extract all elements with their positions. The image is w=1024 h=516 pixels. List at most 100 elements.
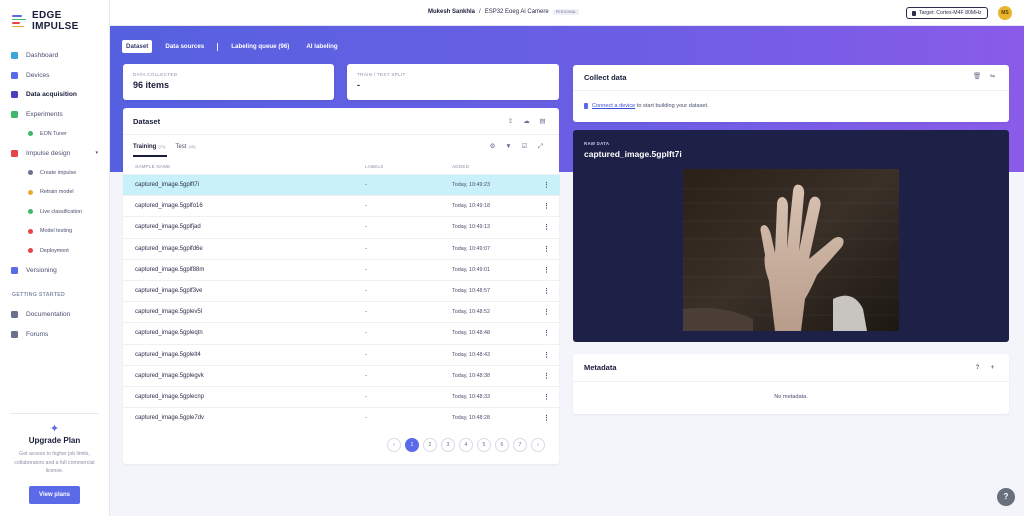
row-menu-icon[interactable]: ⋮	[543, 351, 550, 359]
sidebar-item-versioning[interactable]: Versioning	[0, 261, 110, 281]
sidebar-item-deployment[interactable]: Deployment	[0, 241, 110, 261]
sidebar-item-eon-tuner[interactable]: EON Tuner	[0, 124, 110, 144]
table-header: SAMPLE NAME LABELS ADDED	[123, 164, 560, 174]
table-row[interactable]: captured_image.5gplfd6e - Today, 10:49:07 ⋮	[123, 237, 560, 259]
logo-icon	[12, 15, 26, 27]
subtab-training[interactable]: Training (71)	[133, 144, 165, 150]
expand-icon[interactable]: ⤢	[537, 143, 544, 150]
table-row[interactable]: captured_image.5gpleqtn - Today, 10:48:48 ⋮	[123, 322, 560, 343]
table-row[interactable]: captured_image.5gplegvk - Today, 10:48:38 ⋮	[123, 364, 560, 386]
tab-data-sources[interactable]: Data sources	[161, 40, 208, 53]
sidebar-item-label: Devices	[26, 71, 50, 79]
sidebar-item-dashboard[interactable]: Dashboard	[0, 46, 110, 66]
logo-text: EDGE IMPULSE	[32, 10, 79, 32]
tab-ai-labeling[interactable]: AI labeling	[302, 40, 341, 53]
label-cell: -	[365, 224, 367, 231]
table-row[interactable]: captured_image.5gplft7i - Today, 10:49:23 ⋮	[123, 174, 560, 196]
row-menu-icon[interactable]: ⋮	[543, 202, 550, 210]
tab-dataset[interactable]: Dataset	[122, 40, 153, 53]
page-button[interactable]: 7	[513, 438, 527, 452]
label-cell: -	[365, 182, 367, 189]
sidebar-item-create-impulse[interactable]: Create impulse	[0, 163, 110, 183]
table-row[interactable]: captured_image.5gplev5l - Today, 10:48:52 ⋮	[123, 301, 560, 322]
added-cell: Today, 10:49:07	[452, 245, 490, 252]
shuffle-icon	[28, 189, 33, 195]
view-plans-button[interactable]: View plans	[29, 485, 80, 504]
row-menu-icon[interactable]: ⋮	[543, 372, 550, 380]
sample-name-cell: captured_image.5gplfo16	[135, 203, 203, 210]
sidebar-item-forums[interactable]: Forums	[0, 325, 110, 345]
usb-icon[interactable]: ⇋	[989, 73, 996, 80]
row-menu-icon[interactable]: ⋮	[543, 414, 550, 422]
table-row[interactable]: captured_image.5gplfo16 - Today, 10:49:18 ⋮	[123, 195, 560, 216]
collect-message: Connect a device to start building your …	[584, 103, 709, 109]
sidebar-item-live-classification[interactable]: Live classification	[0, 202, 110, 222]
label-cell: -	[365, 309, 367, 316]
sidebar-item-label: Deployment	[40, 247, 69, 254]
sidebar-item-devices[interactable]: Devices	[0, 66, 110, 86]
table-row[interactable]: captured_image.5gplelt4 - Today, 10:48:43 ⋮	[123, 343, 560, 365]
table-row[interactable]: captured_image.5gplf3ve - Today, 10:48:57 ⋮	[123, 280, 560, 301]
page-button[interactable]: 2	[423, 438, 437, 452]
prev-page-button[interactable]: ‹	[387, 438, 401, 452]
section-label-getting-started: GETTING STARTED	[12, 292, 66, 298]
filter-devices-icon[interactable]: ⚙	[489, 143, 496, 150]
sidebar-item-impulse-design[interactable]: Impulse design ▾	[0, 144, 110, 164]
table-row[interactable]: captured_image.5gplecnp - Today, 10:48:33 ⋮	[123, 386, 560, 407]
label-cell: -	[365, 415, 367, 422]
added-cell: Today, 10:49:13	[452, 224, 490, 231]
page-button[interactable]: 4	[459, 438, 473, 452]
sidebar-item-documentation[interactable]: Documentation	[0, 305, 110, 325]
metadata-card: Metadata ? + No metadata.	[573, 354, 1009, 414]
dataset-divider	[123, 134, 559, 135]
subtab-test[interactable]: Test (15)	[175, 144, 195, 150]
sidebar-item-data-acquisition[interactable]: Data acquisition	[0, 85, 110, 105]
logo[interactable]: EDGE IMPULSE	[12, 10, 109, 32]
next-page-button[interactable]: ›	[531, 438, 545, 452]
breadcrumb-project[interactable]: ESP32 Eoeg Ai Camere	[485, 9, 549, 15]
sidebar-item-label: Model testing	[40, 228, 73, 235]
page-button[interactable]: 6	[495, 438, 509, 452]
page-button[interactable]: 3	[441, 438, 455, 452]
select-icon[interactable]: ☑	[521, 143, 528, 150]
file-icon[interactable]: ▤	[539, 118, 546, 125]
target-device-button[interactable]: Target: Cortex-M4F 80MHz	[906, 7, 988, 19]
row-menu-icon[interactable]: ⋮	[543, 393, 550, 401]
connect-device-link[interactable]: Connect a device	[592, 103, 635, 109]
avatar[interactable]: MS	[998, 6, 1012, 20]
row-menu-icon[interactable]: ⋮	[543, 181, 550, 189]
page-button[interactable]: 1	[405, 438, 419, 452]
train-test-split-value: -	[357, 80, 360, 90]
table-row[interactable]: captured_image.5gplf88m - Today, 10:49:01 ⋮	[123, 258, 560, 280]
help-button[interactable]: ?	[997, 488, 1015, 506]
row-menu-icon[interactable]: ⋮	[543, 245, 550, 253]
train-test-split-card: TRAIN / TEST SPLIT -	[347, 64, 559, 100]
cloud-upload-icon[interactable]: ☁	[523, 118, 530, 125]
metadata-help-icon[interactable]: ?	[974, 364, 981, 371]
row-menu-icon[interactable]: ⋮	[543, 287, 550, 295]
sidebar-item-retrain-model[interactable]: Retrain model	[0, 183, 110, 203]
row-menu-icon[interactable]: ⋮	[543, 223, 550, 231]
sidebar-item-label: Data acquisition	[26, 91, 77, 99]
column-sample-name: SAMPLE NAME	[135, 164, 171, 169]
label-cell: -	[365, 266, 367, 273]
row-menu-icon[interactable]: ⋮	[543, 308, 550, 316]
sidebar-item-experiments[interactable]: Experiments	[0, 105, 110, 125]
chevron-down-icon[interactable]: ▾	[95, 150, 98, 156]
pagination: ‹ 1 2 3 4 5 6 7 ›	[387, 438, 545, 452]
breadcrumb-user[interactable]: Mukesh Sankhla	[428, 9, 475, 15]
book-icon	[11, 311, 18, 319]
row-menu-icon[interactable]: ⋮	[543, 329, 550, 337]
table-row[interactable]: captured_image.5gplfjad - Today, 10:49:13 ⋮	[123, 216, 560, 237]
row-menu-icon[interactable]: ⋮	[543, 266, 550, 274]
filter-icon[interactable]: ▼	[505, 143, 512, 150]
data-collected-card: DATA COLLECTED 96 items	[123, 64, 334, 100]
table-row[interactable]: captured_image.5gple7dv - Today, 10:48:28 ⋮	[123, 407, 560, 428]
upload-icon[interactable]: ⇪	[507, 118, 514, 125]
tab-labeling-queue[interactable]: Labeling queue (96)	[227, 40, 293, 53]
page-button[interactable]: 5	[477, 438, 491, 452]
metadata-add-icon[interactable]: +	[989, 364, 996, 371]
sidebar-item-model-testing[interactable]: Model testing	[0, 222, 110, 242]
trash-icon[interactable]: 🗑	[973, 73, 981, 80]
metadata-empty: No metadata.	[774, 394, 808, 400]
